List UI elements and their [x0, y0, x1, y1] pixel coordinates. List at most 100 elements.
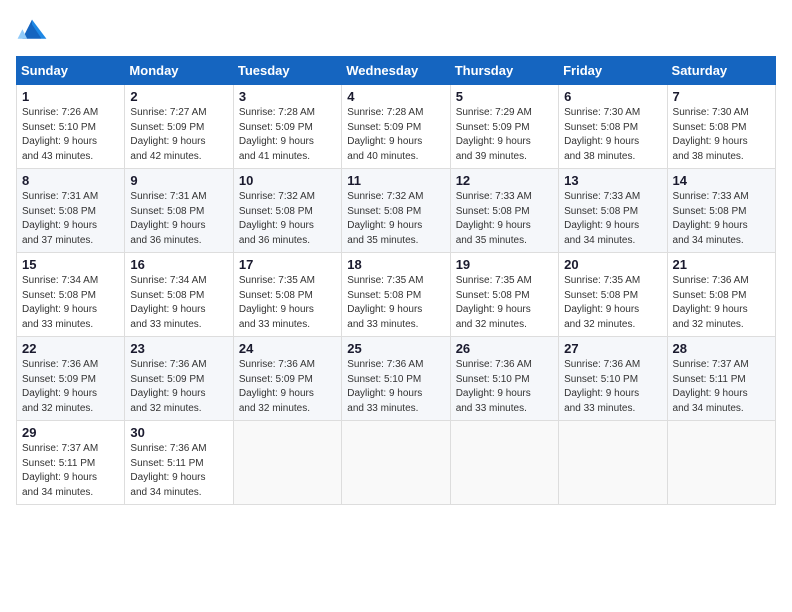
- day-info: Sunrise: 7:35 AMSunset: 5:08 PMDaylight:…: [239, 274, 336, 332]
- calendar-cell: 8 Sunrise: 7:31 AMSunset: 5:08 PMDaylight…: [17, 169, 125, 253]
- day-number: 20: [564, 257, 661, 272]
- calendar-cell: 25 Sunrise: 7:36 AMSunset: 5:10 PMDayligh…: [342, 337, 450, 421]
- calendar-header-tuesday: Tuesday: [233, 57, 341, 85]
- calendar-cell: [667, 421, 775, 505]
- day-info: Sunrise: 7:36 AMSunset: 5:09 PMDaylight:…: [130, 358, 227, 416]
- day-number: 17: [239, 257, 336, 272]
- day-info: Sunrise: 7:30 AMSunset: 5:08 PMDaylight:…: [673, 106, 770, 164]
- day-number: 22: [22, 341, 119, 356]
- day-info: Sunrise: 7:28 AMSunset: 5:09 PMDaylight:…: [239, 106, 336, 164]
- calendar-cell: 24 Sunrise: 7:36 AMSunset: 5:09 PMDayligh…: [233, 337, 341, 421]
- day-number: 18: [347, 257, 444, 272]
- calendar-header-wednesday: Wednesday: [342, 57, 450, 85]
- day-info: Sunrise: 7:37 AMSunset: 5:11 PMDaylight:…: [22, 442, 119, 500]
- day-info: Sunrise: 7:33 AMSunset: 5:08 PMDaylight:…: [564, 190, 661, 248]
- day-number: 6: [564, 89, 661, 104]
- calendar-header-saturday: Saturday: [667, 57, 775, 85]
- day-info: Sunrise: 7:31 AMSunset: 5:08 PMDaylight:…: [130, 190, 227, 248]
- calendar-cell: 20 Sunrise: 7:35 AMSunset: 5:08 PMDayligh…: [559, 253, 667, 337]
- calendar-cell: 3 Sunrise: 7:28 AMSunset: 5:09 PMDaylight…: [233, 85, 341, 169]
- calendar-cell: 11Sunrise: 7:32 AMSunset: 5:08 PMDayligh…: [342, 169, 450, 253]
- day-number: 27: [564, 341, 661, 356]
- calendar-cell: 21 Sunrise: 7:36 AMSunset: 5:08 PMDayligh…: [667, 253, 775, 337]
- calendar-cell: 14 Sunrise: 7:33 AMSunset: 5:08 PMDayligh…: [667, 169, 775, 253]
- day-info: Sunrise: 7:36 AMSunset: 5:10 PMDaylight:…: [564, 358, 661, 416]
- page-header: [16, 16, 776, 44]
- calendar-cell: [233, 421, 341, 505]
- day-info: Sunrise: 7:35 AMSunset: 5:08 PMDaylight:…: [456, 274, 553, 332]
- calendar-cell: [559, 421, 667, 505]
- day-number: 28: [673, 341, 770, 356]
- day-info: Sunrise: 7:28 AMSunset: 5:09 PMDaylight:…: [347, 106, 444, 164]
- day-number: 5: [456, 89, 553, 104]
- day-info: Sunrise: 7:31 AMSunset: 5:08 PMDaylight:…: [22, 190, 119, 248]
- calendar-cell: 27 Sunrise: 7:36 AMSunset: 5:10 PMDayligh…: [559, 337, 667, 421]
- calendar-cell: 10 Sunrise: 7:32 AMSunset: 5:08 PMDayligh…: [233, 169, 341, 253]
- day-number: 10: [239, 173, 336, 188]
- calendar-cell: 13 Sunrise: 7:33 AMSunset: 5:08 PMDayligh…: [559, 169, 667, 253]
- calendar-cell: 26 Sunrise: 7:36 AMSunset: 5:10 PMDayligh…: [450, 337, 558, 421]
- calendar-cell: 28 Sunrise: 7:37 AMSunset: 5:11 PMDayligh…: [667, 337, 775, 421]
- day-info: Sunrise: 7:34 AMSunset: 5:08 PMDaylight:…: [22, 274, 119, 332]
- day-info: Sunrise: 7:27 AMSunset: 5:09 PMDaylight:…: [130, 106, 227, 164]
- calendar-week-row: 15Sunrise: 7:34 AMSunset: 5:08 PMDayligh…: [17, 253, 776, 337]
- day-number: 26: [456, 341, 553, 356]
- calendar-cell: 18 Sunrise: 7:35 AMSunset: 5:08 PMDayligh…: [342, 253, 450, 337]
- calendar-cell: 2 Sunrise: 7:27 AMSunset: 5:09 PMDaylight…: [125, 85, 233, 169]
- calendar-week-row: 22 Sunrise: 7:36 AMSunset: 5:09 PMDayligh…: [17, 337, 776, 421]
- day-number: 4: [347, 89, 444, 104]
- calendar-cell: 4 Sunrise: 7:28 AMSunset: 5:09 PMDaylight…: [342, 85, 450, 169]
- day-info: Sunrise: 7:26 AMSunset: 5:10 PMDaylight:…: [22, 106, 119, 164]
- day-info: Sunrise: 7:35 AMSunset: 5:08 PMDaylight:…: [564, 274, 661, 332]
- logo-icon: [16, 16, 48, 44]
- day-number: 21: [673, 257, 770, 272]
- day-info: Sunrise: 7:33 AMSunset: 5:08 PMDaylight:…: [456, 190, 553, 248]
- day-number: 2: [130, 89, 227, 104]
- calendar-header-row: SundayMondayTuesdayWednesdayThursdayFrid…: [17, 57, 776, 85]
- day-info: Sunrise: 7:33 AMSunset: 5:08 PMDaylight:…: [673, 190, 770, 248]
- day-number: 24: [239, 341, 336, 356]
- day-info: Sunrise: 7:29 AMSunset: 5:09 PMDaylight:…: [456, 106, 553, 164]
- day-number: 19: [456, 257, 553, 272]
- calendar-cell: 15Sunrise: 7:34 AMSunset: 5:08 PMDayligh…: [17, 253, 125, 337]
- day-info: Sunrise: 7:36 AMSunset: 5:10 PMDaylight:…: [456, 358, 553, 416]
- calendar-header-friday: Friday: [559, 57, 667, 85]
- day-number: 23: [130, 341, 227, 356]
- day-info: Sunrise: 7:34 AMSunset: 5:08 PMDaylight:…: [130, 274, 227, 332]
- day-info: Sunrise: 7:35 AMSunset: 5:08 PMDaylight:…: [347, 274, 444, 332]
- day-number: 7: [673, 89, 770, 104]
- calendar-cell: 5 Sunrise: 7:29 AMSunset: 5:09 PMDaylight…: [450, 85, 558, 169]
- day-number: 3: [239, 89, 336, 104]
- day-info: Sunrise: 7:36 AMSunset: 5:08 PMDaylight:…: [673, 274, 770, 332]
- calendar-header-thursday: Thursday: [450, 57, 558, 85]
- calendar-cell: 22Sunrise: 7:36 AMSunset: 5:09 PMDayligh…: [17, 337, 125, 421]
- calendar-table: SundayMondayTuesdayWednesdayThursdayFrid…: [16, 56, 776, 505]
- day-number: 14: [673, 173, 770, 188]
- day-number: 1: [22, 89, 119, 104]
- calendar-cell: [450, 421, 558, 505]
- day-number: 12: [456, 173, 553, 188]
- day-number: 9: [130, 173, 227, 188]
- calendar-cell: 9 Sunrise: 7:31 AMSunset: 5:08 PMDaylight…: [125, 169, 233, 253]
- calendar-cell: 29 Sunrise: 7:37 AMSunset: 5:11 PMDayligh…: [17, 421, 125, 505]
- day-info: Sunrise: 7:32 AMSunset: 5:08 PMDaylight:…: [347, 190, 444, 248]
- day-info: Sunrise: 7:30 AMSunset: 5:08 PMDaylight:…: [564, 106, 661, 164]
- calendar-cell: 19 Sunrise: 7:35 AMSunset: 5:08 PMDayligh…: [450, 253, 558, 337]
- day-info: Sunrise: 7:32 AMSunset: 5:08 PMDaylight:…: [239, 190, 336, 248]
- day-info: Sunrise: 7:36 AMSunset: 5:10 PMDaylight:…: [347, 358, 444, 416]
- calendar-cell: 17 Sunrise: 7:35 AMSunset: 5:08 PMDayligh…: [233, 253, 341, 337]
- day-number: 8: [22, 173, 119, 188]
- calendar-week-row: 8 Sunrise: 7:31 AMSunset: 5:08 PMDaylight…: [17, 169, 776, 253]
- day-number: 13: [564, 173, 661, 188]
- calendar-cell: [342, 421, 450, 505]
- calendar-body: 1 Sunrise: 7:26 AMSunset: 5:10 PMDaylight…: [17, 85, 776, 505]
- day-info: Sunrise: 7:36 AMSunset: 5:09 PMDaylight:…: [239, 358, 336, 416]
- day-number: 25: [347, 341, 444, 356]
- day-number: 29: [22, 425, 119, 440]
- day-info: Sunrise: 7:37 AMSunset: 5:11 PMDaylight:…: [673, 358, 770, 416]
- day-number: 16: [130, 257, 227, 272]
- calendar-cell: 7 Sunrise: 7:30 AMSunset: 5:08 PMDaylight…: [667, 85, 775, 169]
- day-info: Sunrise: 7:36 AMSunset: 5:11 PMDaylight:…: [130, 442, 227, 500]
- calendar-week-row: 29 Sunrise: 7:37 AMSunset: 5:11 PMDayligh…: [17, 421, 776, 505]
- calendar-cell: 30Sunrise: 7:36 AMSunset: 5:11 PMDayligh…: [125, 421, 233, 505]
